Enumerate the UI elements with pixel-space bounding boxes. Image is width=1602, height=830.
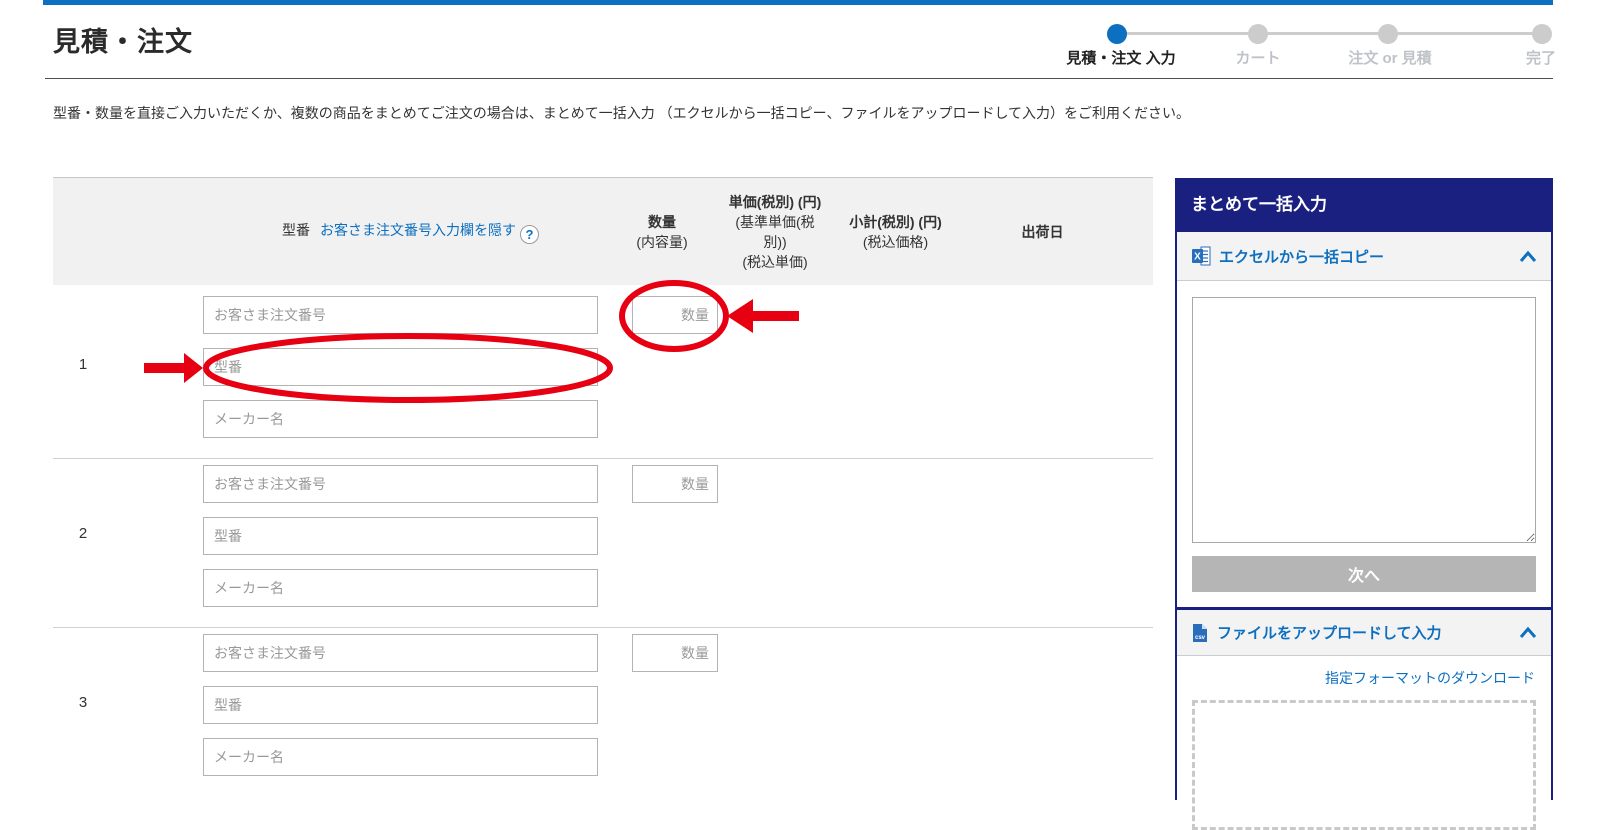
order-row-1: 1 bbox=[53, 296, 1153, 458]
step-dot-cart bbox=[1248, 24, 1268, 44]
unit-price-column-header: 単価(税別) (円) (基準単価(税 別)) (税込単価) bbox=[712, 192, 838, 272]
step-dot-order-or-quote bbox=[1378, 24, 1398, 44]
page-title: 見積・注文 bbox=[53, 20, 193, 59]
quantity-input[interactable] bbox=[632, 634, 718, 672]
help-icon[interactable]: ? bbox=[520, 225, 539, 244]
model-label: 型番 bbox=[282, 222, 310, 238]
order-row-3: 3 bbox=[53, 634, 1153, 796]
svg-text:X: X bbox=[1194, 252, 1201, 263]
customer-order-number-input[interactable] bbox=[203, 296, 598, 334]
maker-name-input[interactable] bbox=[203, 569, 598, 607]
bulk-entry-panel-title: まとめて一括入力 bbox=[1175, 178, 1553, 232]
quantity-column-header: 数量 (内容量) bbox=[612, 212, 712, 252]
order-row-2: 2 bbox=[53, 465, 1153, 627]
csv-file-icon: csv bbox=[1191, 623, 1209, 643]
maker-name-input[interactable] bbox=[203, 738, 598, 776]
bulk-entry-panel: まとめて一括入力 X エクセルから一括コピー 次へ csv bbox=[1175, 178, 1553, 800]
step-dot-complete bbox=[1532, 24, 1552, 44]
step-label-input: 見積・注文 入力 bbox=[1041, 47, 1201, 67]
model-number-input[interactable] bbox=[203, 348, 598, 386]
customer-order-number-input[interactable] bbox=[203, 465, 598, 503]
step-label-complete: 完了 bbox=[1481, 47, 1601, 67]
file-upload-section-header[interactable]: csv ファイルをアップロードして入力 bbox=[1177, 607, 1551, 656]
ship-date-column-header: 出荷日 bbox=[985, 222, 1100, 242]
title-divider bbox=[45, 78, 1553, 79]
format-download-link[interactable]: 指定フォーマットのダウンロード bbox=[1325, 670, 1535, 686]
step-label-cart: カート bbox=[1198, 47, 1318, 67]
subtotal-column-header: 小計(税別) (円) (税込価格) bbox=[833, 212, 958, 252]
row-number: 2 bbox=[53, 525, 113, 542]
next-button[interactable]: 次へ bbox=[1192, 556, 1536, 592]
hide-order-number-link[interactable]: お客さま注文番号入力欄を隠す bbox=[320, 222, 516, 238]
row-separator bbox=[53, 627, 1153, 628]
quantity-input[interactable] bbox=[632, 296, 718, 334]
excel-copy-section-title: エクセルから一括コピー bbox=[1219, 246, 1384, 267]
model-column-header: 型番お客さま注文番号入力欄を隠す? bbox=[282, 220, 539, 244]
chevron-up-icon[interactable] bbox=[1519, 626, 1537, 639]
excel-paste-textarea[interactable] bbox=[1192, 297, 1536, 543]
page-description: 型番・数量を直接ご入力いただくか、複数の商品をまとめてご注文の場合は、まとめて一… bbox=[53, 103, 1253, 123]
quantity-input[interactable] bbox=[632, 465, 718, 503]
svg-text:csv: csv bbox=[1195, 635, 1206, 641]
top-accent-bar bbox=[43, 0, 1553, 5]
excel-copy-section-header[interactable]: X エクセルから一括コピー bbox=[1177, 232, 1551, 281]
file-upload-section-title: ファイルをアップロードして入力 bbox=[1217, 622, 1442, 643]
model-number-input[interactable] bbox=[203, 686, 598, 724]
download-link-row: 指定フォーマットのダウンロード bbox=[1177, 656, 1551, 688]
row-number: 1 bbox=[53, 356, 113, 373]
row-number: 3 bbox=[53, 694, 113, 711]
excel-icon: X bbox=[1191, 246, 1211, 266]
maker-name-input[interactable] bbox=[203, 400, 598, 438]
file-dropzone[interactable] bbox=[1192, 700, 1536, 830]
bulk-entry-panel-body: X エクセルから一括コピー 次へ csv ファイルをアップロードして入力 指定フ… bbox=[1175, 232, 1553, 800]
model-number-input[interactable] bbox=[203, 517, 598, 555]
customer-order-number-input[interactable] bbox=[203, 634, 598, 672]
step-label-order-or-quote: 注文 or 見積 bbox=[1310, 47, 1470, 67]
chevron-up-icon[interactable] bbox=[1519, 250, 1537, 263]
row-separator bbox=[53, 458, 1153, 459]
stepper-track bbox=[1117, 32, 1542, 35]
step-dot-input bbox=[1107, 24, 1127, 44]
